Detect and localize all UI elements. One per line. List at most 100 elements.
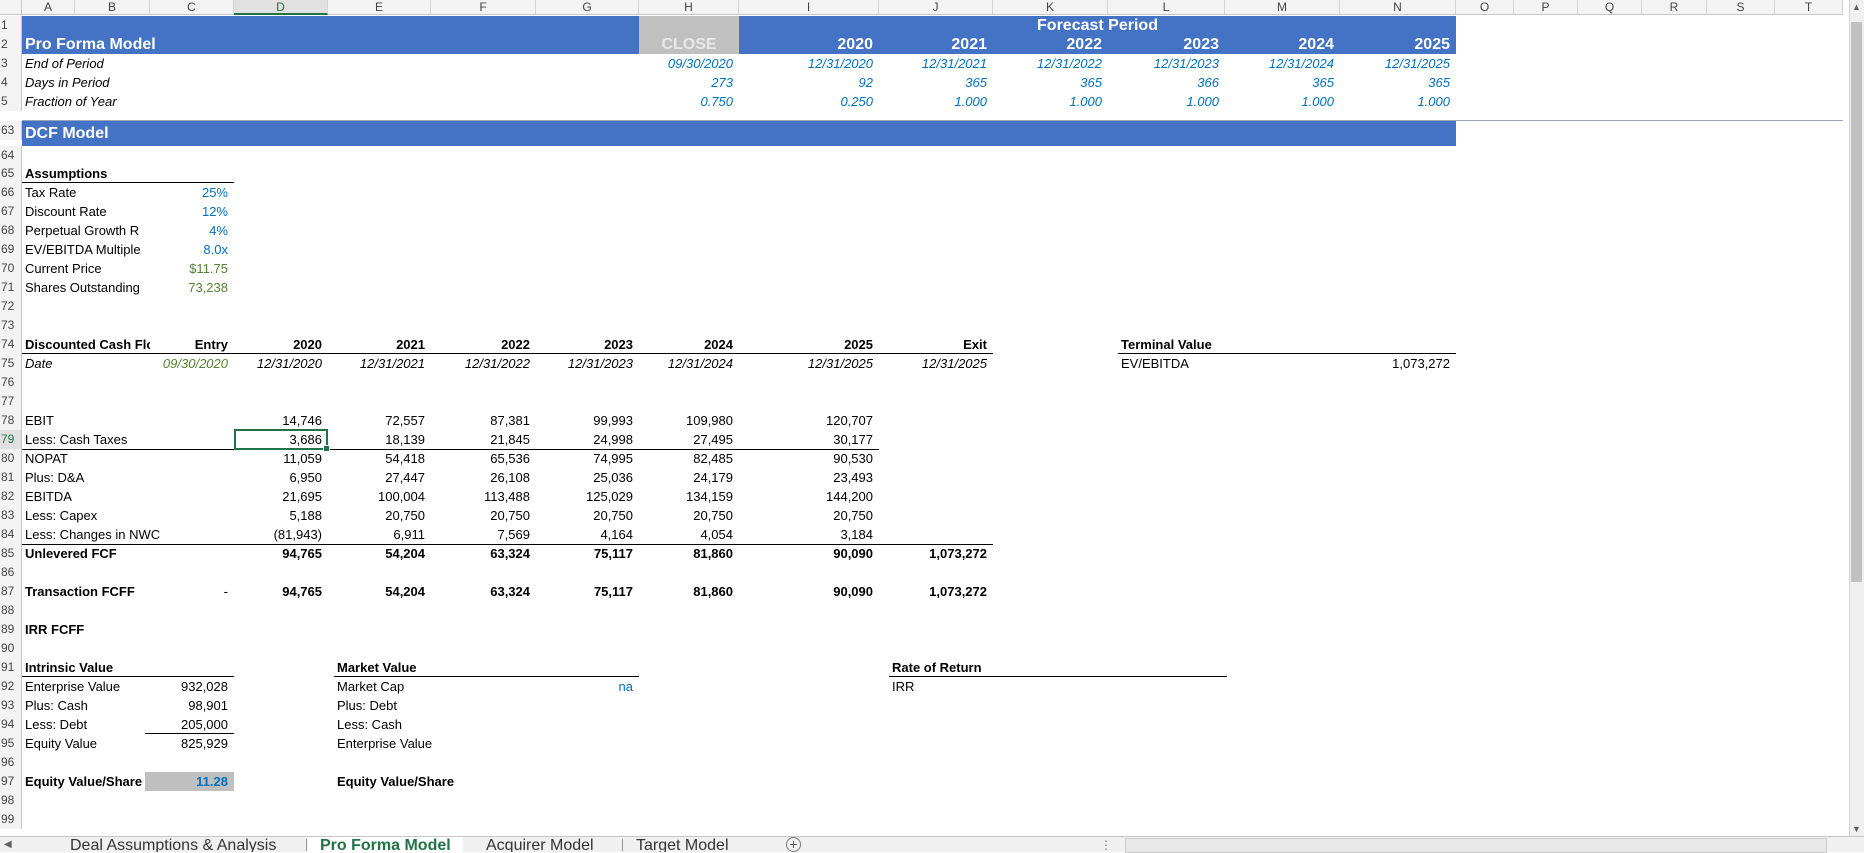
row-header[interactable]: 80 — [0, 449, 22, 468]
column-header[interactable]: H — [639, 0, 739, 15]
dcf-date: 09/30/2020 — [162, 356, 228, 371]
tab-pro-forma-model[interactable]: Pro Forma Model — [308, 837, 463, 852]
dcf-line-value: 134,159 — [686, 489, 733, 504]
spreadsheet-grid[interactable]: ABCDEFGHIJKLMNOPQRST 1 2 3 4 5 63 64 65 66 67 68 69… — [0, 0, 1843, 836]
column-header[interactable]: B — [75, 0, 150, 15]
row-header[interactable]: 66 — [0, 183, 22, 202]
tab-separator — [306, 839, 307, 851]
column-header[interactable]: K — [993, 0, 1108, 15]
row-header[interactable]: 68 — [0, 221, 22, 240]
row-header[interactable]: 5 — [0, 92, 22, 111]
column-header[interactable]: E — [328, 0, 431, 15]
column-header[interactable]: D — [234, 0, 328, 15]
dcf-date: 12/31/2022 — [464, 356, 530, 371]
assumption-label: Perpetual Growth R — [25, 223, 140, 238]
unlevered-fcf-value: 63,324 — [490, 546, 530, 561]
row-header[interactable]: 77 — [0, 392, 22, 411]
row-header[interactable]: 64 — [0, 146, 22, 165]
column-header[interactable]: F — [431, 0, 536, 15]
row-header[interactable]: 72 — [0, 297, 22, 316]
vertical-scroll-thumb[interactable] — [1851, 22, 1862, 582]
row-header[interactable]: 87 — [0, 582, 22, 601]
active-cell-d79[interactable] — [234, 429, 330, 452]
assumptions-heading: Assumptions — [25, 166, 108, 181]
column-header[interactable]: N — [1340, 0, 1456, 15]
column-header[interactable]: J — [879, 0, 993, 15]
tab-split-handle-icon[interactable]: ⋮ — [1100, 838, 1112, 852]
add-sheet-icon[interactable]: + — [786, 837, 801, 852]
row-header[interactable]: 70 — [0, 259, 22, 278]
row-header[interactable]: 78 — [0, 411, 22, 430]
dcf-line-value: 20,750 — [693, 508, 733, 523]
row-header[interactable]: 63 — [0, 121, 22, 140]
scroll-up-arrow-icon[interactable]: ▲ — [1852, 2, 1861, 12]
row-header[interactable]: 69 — [0, 240, 22, 259]
column-header[interactable]: M — [1225, 0, 1340, 15]
row-header[interactable]: 3 — [0, 54, 22, 73]
column-header[interactable]: S — [1707, 0, 1775, 15]
row-header[interactable]: 73 — [0, 316, 22, 335]
column-header[interactable]: T — [1775, 0, 1843, 15]
row-header[interactable]: 86 — [0, 563, 22, 582]
assumption-label: EV/EBITDA Multiple — [25, 242, 141, 257]
row-header[interactable]: 85 — [0, 544, 22, 563]
column-header[interactable]: C — [150, 0, 234, 15]
column-header[interactable]: G — [536, 0, 639, 15]
dcf-col-header: 2022 — [501, 337, 530, 352]
row-header[interactable]: 91 — [0, 658, 22, 677]
row-header[interactable]: 93 — [0, 696, 22, 715]
end-of-period-value: 12/31/2020 — [807, 56, 873, 71]
row-header[interactable]: 74 — [0, 335, 22, 354]
column-header[interactable]: I — [739, 0, 879, 15]
column-header[interactable]: R — [1642, 0, 1707, 15]
row-header[interactable]: 88 — [0, 601, 22, 620]
tab-scroll-left-icon[interactable]: ◀ — [4, 839, 12, 850]
row-header[interactable]: 94 — [0, 715, 22, 734]
column-header[interactable]: A — [22, 0, 75, 15]
dcf-line-value: 4,164 — [600, 527, 633, 542]
row-header[interactable]: 65 — [0, 164, 22, 183]
row-header[interactable]: 82 — [0, 487, 22, 506]
column-header[interactable]: Q — [1578, 0, 1642, 15]
row-header[interactable]: 89 — [0, 620, 22, 639]
transaction-fcff-value: 94,765 — [282, 584, 322, 599]
row-header[interactable]: 99 — [0, 810, 22, 829]
dcf-col-header: 2021 — [396, 337, 425, 352]
days-in-period-label: Days in Period — [25, 75, 110, 90]
tab-target-model[interactable]: Target Model — [624, 837, 741, 852]
dcf-line-value: 4,054 — [700, 527, 733, 542]
row-header[interactable]: 75 — [0, 354, 22, 373]
row-header[interactable]: 92 — [0, 677, 22, 696]
column-header[interactable]: O — [1456, 0, 1514, 15]
row-header[interactable]: 98 — [0, 791, 22, 810]
transaction-fcff-value: 75,117 — [593, 584, 633, 599]
tab-deal-assumptions[interactable]: Deal Assumptions & Analysis — [58, 837, 288, 852]
fraction-value: 1.000 — [1069, 94, 1102, 109]
row-header[interactable]: 84 — [0, 525, 22, 544]
row-header[interactable]: 83 — [0, 506, 22, 525]
row-header[interactable]: 1 — [0, 16, 22, 35]
transaction-fcff-value: 90,090 — [833, 584, 873, 599]
column-header[interactable]: P — [1514, 0, 1578, 15]
row-header[interactable]: 97 — [0, 772, 22, 791]
equity-per-share-value: 11.28 — [196, 774, 228, 789]
row-header[interactable]: 76 — [0, 373, 22, 392]
tab-acquirer-model[interactable]: Acquirer Model — [474, 837, 606, 852]
days-value: 365 — [1080, 75, 1102, 90]
row-header[interactable]: 95 — [0, 734, 22, 753]
row-header[interactable]: 2 — [0, 35, 22, 54]
row-header[interactable]: 4 — [0, 73, 22, 92]
days-value: 92 — [858, 75, 873, 90]
row-header[interactable]: 96 — [0, 753, 22, 772]
column-header[interactable]: L — [1108, 0, 1225, 15]
market-value-heading: Market Value — [337, 660, 417, 675]
unlevered-fcf-value: 81,860 — [693, 546, 733, 561]
row-header[interactable]: 81 — [0, 468, 22, 487]
select-all-corner[interactable] — [0, 0, 22, 15]
row-header[interactable]: 90 — [0, 639, 22, 658]
row-header[interactable]: 67 — [0, 202, 22, 221]
intrinsic-value-heading: Intrinsic Value — [25, 660, 114, 675]
row-header[interactable]: 71 — [0, 278, 22, 297]
row-header[interactable]: 79 — [0, 430, 22, 449]
scroll-down-arrow-icon[interactable]: ▼ — [1852, 824, 1861, 834]
